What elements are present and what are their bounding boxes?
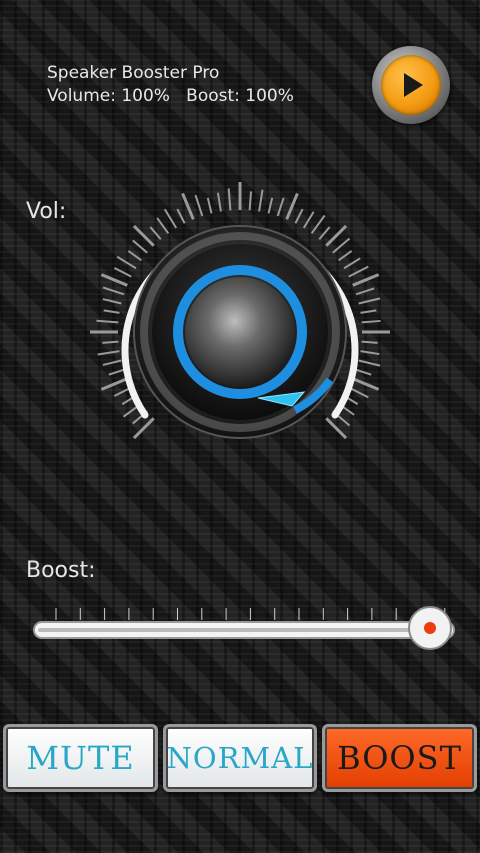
volume-tick <box>360 350 380 356</box>
volume-tick <box>348 265 369 278</box>
knob-center <box>185 277 295 387</box>
volume-tick <box>116 255 137 270</box>
volume-tick <box>102 359 122 366</box>
boost-button[interactable]: BOOST <box>322 724 477 792</box>
boost-scale <box>55 608 446 620</box>
volume-tick <box>176 208 186 224</box>
volume-tick <box>227 188 232 211</box>
volume-tick <box>113 267 132 278</box>
volume-tick <box>267 197 274 214</box>
volume-tick <box>310 214 326 234</box>
mute-button-label: MUTE <box>26 739 135 777</box>
header-status: Speaker Booster Pro Volume: 100% Boost: … <box>47 62 294 108</box>
volume-tick <box>358 359 381 367</box>
volume-tick <box>361 319 381 324</box>
volume-tick <box>132 239 148 254</box>
volume-tick <box>358 297 381 305</box>
volume-tick <box>294 208 304 224</box>
volume-tick <box>163 208 178 229</box>
volume-label: Vol: <box>26 199 67 224</box>
volume-tick <box>156 217 170 234</box>
volume-tick <box>102 298 122 305</box>
volume-tick <box>355 287 375 296</box>
volume-tick <box>343 257 361 270</box>
volume-tick <box>100 273 128 287</box>
volume-tick <box>302 211 315 229</box>
volume-tick <box>149 226 162 240</box>
volume-tick <box>194 194 204 217</box>
volume-tick <box>103 309 120 314</box>
volume-tick <box>248 191 253 211</box>
boost-button-label: BOOST <box>337 739 462 777</box>
volume-tick <box>332 237 351 254</box>
app-title: Speaker Booster Pro <box>47 63 220 83</box>
boost-label: Boost: <box>26 558 96 583</box>
volume-tick <box>102 286 125 296</box>
volume-tick <box>276 197 285 217</box>
volume-tick <box>206 197 213 214</box>
volume-knob[interactable] <box>80 170 400 460</box>
volume-tick <box>318 226 331 240</box>
volume-tick <box>100 377 128 391</box>
volume-tick <box>181 192 195 220</box>
normal-button-label: NORMAL <box>166 741 314 775</box>
volume-tick <box>258 189 264 212</box>
normal-button[interactable]: NORMAL <box>163 724 317 792</box>
volume-tick <box>338 250 353 262</box>
volume-tick <box>360 309 377 314</box>
mute-button[interactable]: MUTE <box>3 724 158 792</box>
volume-tick <box>97 350 120 356</box>
boost-thumb[interactable] <box>408 606 452 650</box>
boost-slider[interactable] <box>28 600 458 660</box>
play-button[interactable] <box>372 46 450 124</box>
volume-tick <box>96 319 119 324</box>
volume-tick <box>355 368 372 376</box>
volume-tick <box>361 340 378 344</box>
volume-tick <box>102 340 119 344</box>
volume-tick <box>216 192 222 212</box>
status-line: Volume: 100% Boost: 100% <box>47 86 294 106</box>
volume-tick <box>285 192 299 220</box>
volume-tick <box>108 368 125 376</box>
volume-tick <box>352 273 380 287</box>
volume-tick <box>352 377 380 391</box>
play-icon <box>381 55 441 115</box>
volume-tick <box>127 250 142 262</box>
